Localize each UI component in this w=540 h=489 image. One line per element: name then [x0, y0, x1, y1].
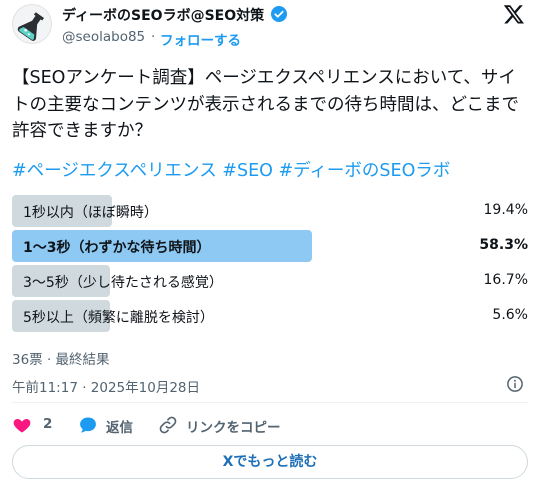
- reply-button[interactable]: 返信: [78, 414, 138, 436]
- poll-option-percent: 58.3%: [479, 237, 528, 253]
- handle-separator: ·: [151, 29, 156, 45]
- copy-link-label: リンクをコピー: [186, 420, 281, 436]
- poll-option-label: 3〜5秒（少し待たされる感覚）: [23, 275, 223, 291]
- follow-button[interactable]: フォローする: [160, 29, 241, 49]
- verified-badge-icon: [271, 6, 287, 22]
- poll-option-percent: 5.6%: [492, 307, 528, 323]
- poll-option-percent: 19.4%: [483, 202, 528, 218]
- hashtag-link[interactable]: #SEO: [222, 161, 273, 181]
- reply-label: 返信: [106, 420, 133, 436]
- poll-option-label: 5秒以上（頻繁に離脱を検討）: [23, 310, 214, 326]
- poll-option-winner: 1〜3秒（わずかな待ち時間） 58.3%: [12, 230, 528, 262]
- author-name[interactable]: ディーボのSEOラボ@SEO対策: [62, 5, 264, 25]
- x-logo-icon[interactable]: [503, 3, 525, 25]
- hashtags: #ページエクスペリエンス #SEO #ディーボのSEOラボ: [12, 157, 450, 182]
- author-handle[interactable]: @seolabo85: [62, 29, 145, 45]
- tweet-timestamp[interactable]: 午前11:17 · 2025年10月28日: [12, 376, 200, 396]
- link-icon: [159, 416, 177, 434]
- read-more-button[interactable]: Xでもっと読む: [12, 445, 528, 479]
- hashtag-link[interactable]: #ページエクスペリエンス: [12, 161, 217, 181]
- hashtag-link[interactable]: #ディーボのSEOラボ: [278, 161, 450, 181]
- tweet-header: ディーボのSEOラボ@SEO対策 @seolabo85 · フォローする: [0, 0, 540, 56]
- poll-option-percent: 16.7%: [483, 272, 528, 288]
- avatar-flask-icon: [13, 5, 51, 43]
- copy-link-button[interactable]: リンクをコピー: [158, 414, 298, 436]
- reply-bubble-icon: [80, 417, 96, 433]
- info-icon[interactable]: [506, 375, 524, 393]
- avatar[interactable]: [12, 4, 52, 44]
- poll-option-label: 1〜3秒（わずかな待ち時間）: [23, 240, 211, 256]
- poll-option: 1秒以内（ほぼ瞬時） 19.4%: [12, 195, 528, 227]
- divider: [12, 402, 528, 403]
- tweet-text: 【SEOアンケート調査】ページエクスペリエンスにおいて、サイトの主要なコンテンツ…: [12, 68, 519, 141]
- poll-option-label: 1秒以内（ほぼ瞬時）: [23, 205, 158, 221]
- poll-votes-summary: 36票 · 最終結果: [12, 352, 110, 368]
- poll-option: 5秒以上（頻繁に離脱を検討） 5.6%: [12, 300, 528, 332]
- like-button[interactable]: 2: [12, 414, 58, 436]
- poll-option: 3〜5秒（少し待たされる感覚） 16.7%: [12, 265, 528, 297]
- heart-icon: [13, 419, 31, 433]
- like-count: 2: [43, 416, 53, 432]
